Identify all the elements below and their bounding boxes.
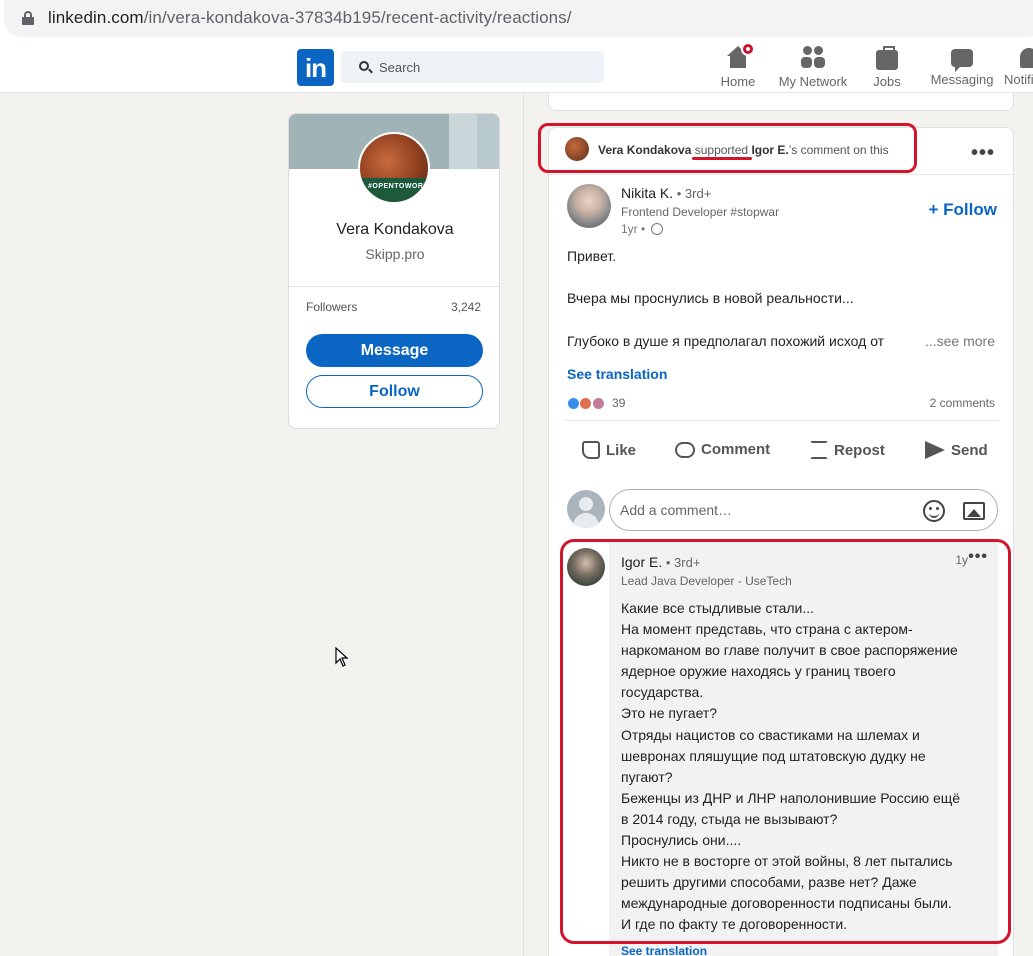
nav-messaging-label: Messaging	[930, 72, 994, 87]
comments-count[interactable]: 2 comments	[930, 396, 995, 410]
emoji-icon[interactable]	[923, 500, 945, 522]
like-icon	[582, 441, 600, 459]
lock-icon[interactable]	[22, 11, 34, 25]
image-icon[interactable]	[963, 502, 985, 520]
comment-input-box[interactable]	[609, 489, 998, 531]
profile-name[interactable]: Vera Kondakova	[289, 221, 499, 239]
post-text-line: Вчера мы проснулись в новой реальности..…	[567, 290, 854, 306]
linkedin-navbar: in Home My Network Jobs Messaging	[0, 40, 1033, 93]
url-text[interactable]: linkedin.com/in/vera-kondakova-37834b195…	[48, 8, 572, 28]
nav-jobs[interactable]: Jobs	[862, 46, 912, 89]
linkedin-logo[interactable]: in	[297, 49, 334, 86]
nav-my-network[interactable]: My Network	[776, 46, 850, 89]
profile-card: #OPENTOWORK Vera Kondakova Skipp.pro Fol…	[288, 113, 500, 429]
current-user-avatar	[567, 490, 605, 528]
nav-jobs-label: Jobs	[873, 74, 901, 89]
home-icon	[727, 42, 755, 70]
post-more-icon[interactable]: •••	[971, 142, 995, 165]
people-icon	[801, 46, 825, 70]
send-button[interactable]: Send	[925, 441, 988, 459]
divider	[289, 286, 499, 287]
post-meta: 1yr •	[621, 222, 663, 236]
annotation-box-comment	[560, 539, 1011, 944]
notification-badge	[741, 42, 755, 56]
search-box[interactable]	[341, 51, 604, 83]
send-label: Send	[951, 442, 988, 459]
comment-label: Comment	[701, 441, 771, 458]
annotation-box-activity	[538, 123, 917, 173]
support-reaction-icon	[579, 397, 593, 410]
like-label: Like	[606, 442, 637, 459]
comment-input[interactable]	[620, 490, 920, 530]
like-reaction-icon	[567, 397, 580, 410]
post-author-avatar[interactable]	[567, 184, 611, 228]
post-text-line: Глубоко в душе я предполагал похожий исх…	[567, 333, 885, 349]
reactions-summary[interactable]: 39	[567, 396, 625, 410]
nav-my-network-label: My Network	[778, 74, 848, 89]
comment-see-translation-link[interactable]: See translation	[621, 944, 707, 956]
annotation-underline-supported	[692, 157, 752, 160]
see-more-link[interactable]: ...see more	[925, 333, 995, 349]
post-author-degree: • 3rd+	[673, 186, 712, 201]
followers-count: 3,242	[450, 300, 481, 314]
open-to-work-ring-text: #OPENTOWORK	[368, 183, 429, 190]
nav-notifications[interactable]: Notifi	[998, 46, 1033, 87]
love-reaction-icon	[591, 397, 605, 410]
message-icon	[951, 49, 973, 72]
post-author-name[interactable]: Nikita K.	[621, 185, 673, 201]
post-time: 1yr •	[621, 222, 649, 236]
nav-notifications-label: Notifi	[1004, 72, 1033, 87]
post-author-name-row: Nikita K. • 3rd+	[621, 185, 711, 201]
message-button[interactable]: Message	[306, 334, 483, 367]
repost-button[interactable]: Repost	[810, 441, 885, 459]
post-author-headline: Frontend Developer #stopwar	[621, 205, 780, 219]
nav-home[interactable]: Home	[712, 42, 764, 89]
follow-profile-button[interactable]: Follow	[306, 375, 483, 408]
see-translation-link[interactable]: See translation	[567, 366, 667, 382]
previous-feed-card	[548, 93, 1014, 111]
browser-address-bar: linkedin.com/in/vera-kondakova-37834b195…	[0, 0, 1033, 40]
post-actions: Like Comment Repost Send	[549, 433, 1015, 473]
send-icon	[925, 441, 945, 459]
reaction-count: 39	[612, 396, 626, 410]
comment-button[interactable]: Comment	[675, 441, 770, 458]
bell-icon	[1020, 48, 1033, 68]
divider	[565, 420, 999, 421]
profile-company: Skipp.pro	[365, 246, 425, 262]
comment-icon	[675, 442, 695, 458]
nav-home-label: Home	[720, 74, 756, 89]
briefcase-icon	[876, 46, 898, 70]
globe-icon	[650, 223, 663, 235]
url-bar[interactable]: linkedin.com/in/vera-kondakova-37834b195…	[4, 0, 1033, 37]
post-text-line: Привет.	[567, 248, 617, 264]
nav-messaging[interactable]: Messaging	[928, 46, 996, 87]
follow-author-button[interactable]: + Follow	[929, 200, 997, 220]
search-icon	[359, 61, 369, 71]
feed-divider	[523, 93, 524, 956]
repost-label: Repost	[834, 442, 885, 459]
url-path: /in/vera-kondakova-37834b195/recent-acti…	[143, 8, 572, 27]
repost-icon	[810, 441, 828, 459]
search-input[interactable]	[379, 51, 599, 83]
url-host: linkedin.com	[48, 8, 144, 27]
followers-label: Followers	[306, 300, 358, 314]
profile-avatar[interactable]: #OPENTOWORK	[358, 132, 430, 204]
like-button[interactable]: Like	[582, 441, 636, 459]
divider	[549, 174, 1015, 175]
